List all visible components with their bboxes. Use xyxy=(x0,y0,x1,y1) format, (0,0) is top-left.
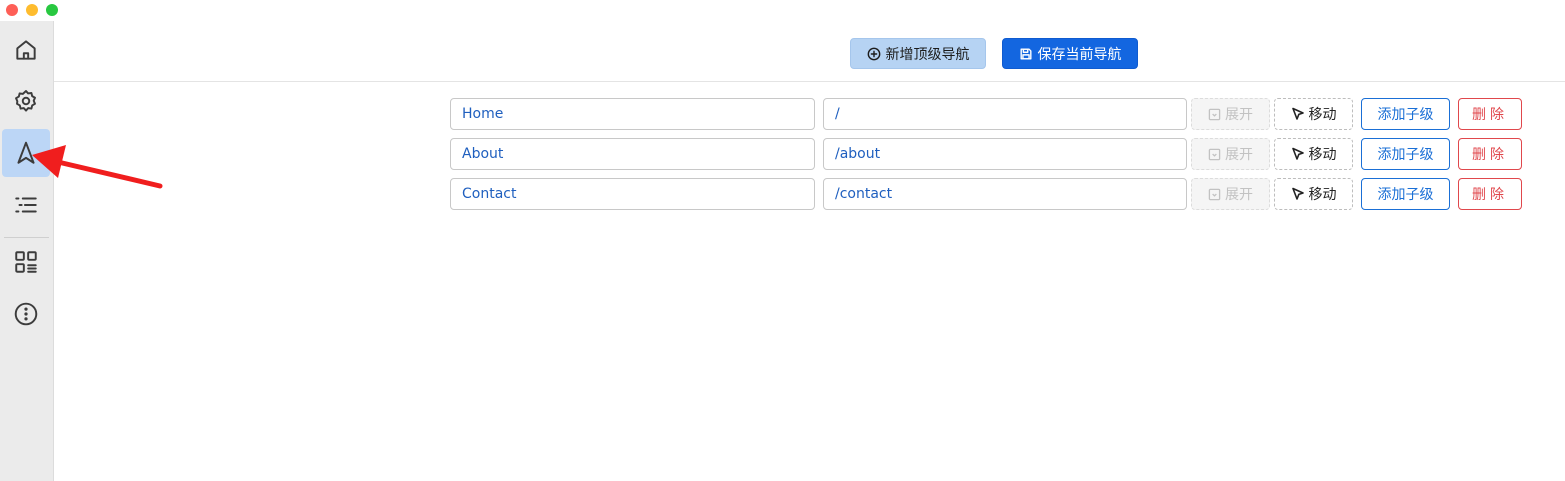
nav-name-input[interactable] xyxy=(450,138,815,170)
add-child-button[interactable]: 添加子级 xyxy=(1361,98,1450,130)
sidebar xyxy=(0,21,54,481)
close-window-button[interactable] xyxy=(6,4,18,16)
expand-icon xyxy=(1208,188,1221,200)
nav-path-input[interactable] xyxy=(823,138,1187,170)
expand-button[interactable]: 展开 xyxy=(1191,178,1270,210)
list-icon xyxy=(15,197,37,213)
add-top-nav-label: 新增顶级导航 xyxy=(885,46,970,63)
expand-icon xyxy=(1208,108,1221,120)
home-icon xyxy=(16,40,36,60)
zoom-window-button[interactable] xyxy=(46,4,58,16)
sidebar-item-more[interactable] xyxy=(2,290,50,338)
sidebar-item-home[interactable] xyxy=(2,26,50,74)
save-nav-button[interactable]: 保存当前导航 xyxy=(1002,38,1138,69)
add-child-button[interactable]: 添加子级 xyxy=(1361,138,1450,170)
delete-button[interactable]: 删除 xyxy=(1458,138,1522,170)
sidebar-item-list[interactable] xyxy=(2,181,50,229)
delete-label: 删除 xyxy=(1472,147,1508,163)
nav-row: 展开 移动 添加子级 删除 xyxy=(450,138,1525,170)
nav-path-input[interactable] xyxy=(823,98,1187,130)
toolbar: 新增顶级导航 保存当前导航 xyxy=(54,21,1565,82)
delete-label: 删除 xyxy=(1472,107,1508,123)
sidebar-item-grid[interactable] xyxy=(2,238,50,286)
expand-label: 展开 xyxy=(1225,107,1253,123)
move-label: 移动 xyxy=(1308,107,1337,123)
expand-label: 展开 xyxy=(1225,187,1253,203)
cursor-icon xyxy=(1291,107,1304,120)
move-label: 移动 xyxy=(1308,147,1337,163)
move-label: 移动 xyxy=(1308,187,1337,203)
window-controls xyxy=(6,4,58,16)
add-child-label: 添加子级 xyxy=(1377,187,1434,203)
expand-label: 展开 xyxy=(1225,147,1253,163)
add-child-label: 添加子级 xyxy=(1377,107,1434,123)
sidebar-item-navigation[interactable] xyxy=(2,129,50,177)
expand-button[interactable]: 展开 xyxy=(1191,98,1270,130)
nav-row: 展开 移动 添加子级 删除 xyxy=(450,98,1525,130)
delete-button[interactable]: 删除 xyxy=(1458,98,1522,130)
plus-circle-icon xyxy=(867,47,880,60)
nav-path-input[interactable] xyxy=(823,178,1187,210)
navigation-icon xyxy=(17,141,35,164)
save-icon xyxy=(1019,47,1032,60)
move-button[interactable]: 移动 xyxy=(1274,178,1353,210)
expand-icon xyxy=(1208,148,1221,160)
delete-button[interactable]: 删除 xyxy=(1458,178,1522,210)
move-button[interactable]: 移动 xyxy=(1274,98,1353,130)
add-child-label: 添加子级 xyxy=(1377,147,1434,163)
more-icon xyxy=(14,302,38,326)
cursor-icon xyxy=(1291,187,1304,200)
grid-icon xyxy=(15,251,37,273)
expand-button[interactable]: 展开 xyxy=(1191,138,1270,170)
cursor-icon xyxy=(1291,147,1304,160)
minimize-window-button[interactable] xyxy=(26,4,38,16)
nav-row: 展开 移动 添加子级 删除 xyxy=(450,178,1525,210)
nav-name-input[interactable] xyxy=(450,98,815,130)
add-child-button[interactable]: 添加子级 xyxy=(1361,178,1450,210)
nav-name-input[interactable] xyxy=(450,178,815,210)
nav-list: 展开 移动 添加子级 删除 展开 移动 添加子级 删除 xyxy=(450,98,1525,218)
add-top-nav-button[interactable]: 新增顶级导航 xyxy=(850,38,986,69)
save-nav-label: 保存当前导航 xyxy=(1037,46,1122,63)
sidebar-item-settings[interactable] xyxy=(2,77,50,125)
delete-label: 删除 xyxy=(1472,187,1508,203)
gear-icon xyxy=(15,90,36,112)
move-button[interactable]: 移动 xyxy=(1274,138,1353,170)
